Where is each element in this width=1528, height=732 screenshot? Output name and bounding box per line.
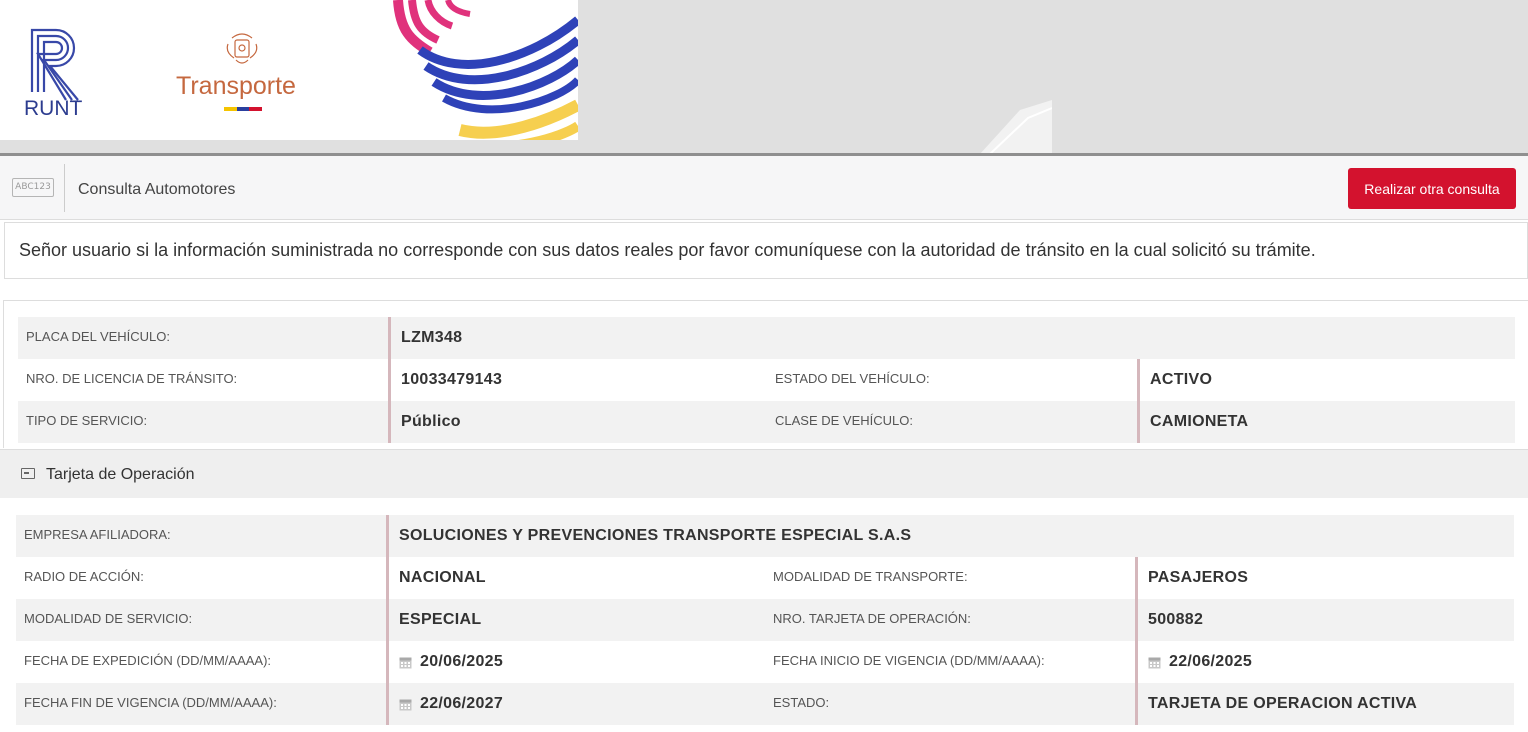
fin-cell: 22/06/2027: [386, 683, 765, 725]
estado-vehiculo-value: ACTIVO: [1137, 359, 1515, 401]
colombia-flag-bar: [224, 107, 263, 111]
tarjeta-row-modalidad: MODALIDAD DE SERVICIO: ESPECIAL NRO. TAR…: [16, 599, 1514, 641]
modalidad-servicio-label: MODALIDAD DE SERVICIO:: [24, 611, 193, 626]
tarjeta-row-fechas: FECHA DE EXPEDICIÓN (DD/MM/AAAA): 20/06/…: [16, 641, 1514, 683]
clase-label: CLASE DE VEHÍCULO:: [775, 413, 913, 428]
servicio-value: Público: [388, 401, 767, 443]
toolbar-divider: [64, 164, 65, 212]
abc123-plate-icon: ABC123: [12, 178, 54, 197]
inicio-cell: 22/06/2025: [1135, 641, 1514, 683]
radio-value: NACIONAL: [386, 557, 765, 599]
empresa-label: EMPRESA AFILIADORA:: [24, 527, 171, 542]
licencia-value: 10033479143: [388, 359, 767, 401]
modalidad-transporte-label: MODALIDAD DE TRANSPORTE:: [773, 569, 968, 584]
placa-label: PLACA DEL VEHÍCULO:: [26, 329, 171, 344]
tarjeta-row-radio: RADIO DE ACCIÓN: NACIONAL MODALIDAD DE T…: [16, 557, 1514, 599]
section-title: Tarjeta de Operación: [46, 466, 195, 483]
estado-tarjeta-value: TARJETA DE OPERACION ACTIVA: [1135, 683, 1514, 725]
header-banner: RUNT Transporte: [0, 0, 1528, 154]
tarjeta-section-header[interactable]: Tarjeta de Operación: [0, 449, 1528, 498]
expedicion-value: 20/06/2025: [420, 653, 504, 670]
page-title: Consulta Automotores: [78, 181, 236, 198]
notice-text: Señor usuario si la información suminist…: [19, 240, 1316, 260]
coat-of-arms-icon: [226, 33, 258, 64]
calendar-icon: [1148, 657, 1161, 668]
inicio-value: 22/06/2025: [1169, 653, 1253, 670]
decorative-waves-icon: [393, 0, 578, 140]
tarjeta-row-fin: FECHA FIN DE VIGENCIA (DD/MM/AAAA): 22/0…: [16, 683, 1514, 725]
modalidad-transporte-value: PASAJEROS: [1135, 557, 1514, 599]
nro-tarjeta-value: 500882: [1135, 599, 1514, 641]
fin-value: 22/06/2027: [420, 695, 504, 712]
radio-label: RADIO DE ACCIÓN:: [24, 569, 144, 584]
divider: [4, 300, 1528, 301]
notice-panel: Señor usuario si la información suminist…: [4, 222, 1528, 279]
new-query-button[interactable]: Realizar otra consulta: [1348, 168, 1516, 209]
estado-tarjeta-label: ESTADO:: [773, 695, 830, 710]
tarjeta-row-empresa: EMPRESA AFILIADORA: SOLUCIONES Y PREVENC…: [16, 515, 1514, 557]
estado-vehiculo-label: ESTADO DEL VEHÍCULO:: [775, 371, 930, 386]
query-toolbar: ABC123 Consulta Automotores Realizar otr…: [0, 156, 1528, 220]
calendar-icon: [399, 657, 412, 668]
transporte-label: Transporte: [176, 72, 296, 100]
nro-tarjeta-label: NRO. TARJETA DE OPERACIÓN:: [773, 611, 971, 626]
clase-value: CAMIONETA: [1137, 401, 1515, 443]
placa-value: LZM348: [388, 317, 1515, 359]
panel-border: [3, 300, 4, 448]
vehicle-row-placa: PLACA DEL VEHÍCULO: LZM348: [18, 317, 1515, 359]
expedicion-label: FECHA DE EXPEDICIÓN (DD/MM/AAAA):: [24, 653, 272, 668]
fin-label: FECHA FIN DE VIGENCIA (DD/MM/AAAA):: [24, 695, 277, 710]
servicio-label: TIPO DE SERVICIO:: [26, 413, 148, 428]
runt-label: RUNT: [24, 97, 83, 120]
logo-area: RUNT Transporte: [0, 0, 578, 140]
decorative-peaks-icon: [980, 100, 1052, 154]
modalidad-servicio-value: ESPECIAL: [386, 599, 765, 641]
inicio-label: FECHA INICIO DE VIGENCIA (DD/MM/AAAA):: [773, 653, 1045, 668]
expedicion-cell: 20/06/2025: [386, 641, 765, 683]
vehicle-row-licencia: NRO. DE LICENCIA DE TRÁNSITO: 1003347914…: [18, 359, 1515, 401]
calendar-icon: [399, 699, 412, 710]
vehicle-row-servicio: TIPO DE SERVICIO: Público CLASE DE VEHÍC…: [18, 401, 1515, 443]
card-icon: [21, 468, 35, 479]
empresa-value: SOLUCIONES Y PREVENCIONES TRANSPORTE ESP…: [386, 515, 1514, 557]
licencia-label: NRO. DE LICENCIA DE TRÁNSITO:: [26, 371, 238, 386]
